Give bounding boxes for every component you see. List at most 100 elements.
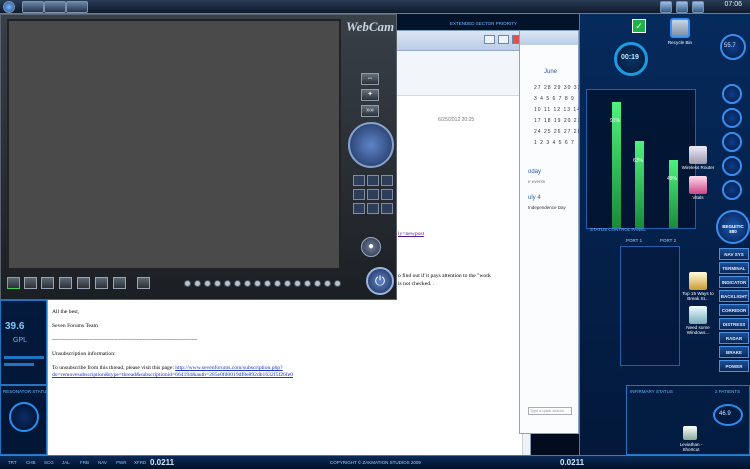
status-icon[interactable] (722, 180, 742, 200)
channel-dot[interactable] (324, 280, 331, 287)
unsubscribe-link[interactable]: do=removesubscription&type=thread&subscr… (52, 372, 293, 378)
patients-label: 2 PATIENTS (715, 389, 741, 394)
control-icon[interactable] (353, 189, 365, 200)
tray-icon[interactable] (676, 1, 688, 13)
channel-dot[interactable] (304, 280, 311, 287)
quick-search-input[interactable]: Type a quick search (528, 407, 572, 415)
terminal-button[interactable]: TERMINAL (719, 262, 749, 274)
grid-icon[interactable] (95, 277, 108, 289)
vitals-label: Vitals (692, 195, 704, 200)
calendar-month[interactable]: June (544, 69, 557, 75)
taskbar-button[interactable] (66, 1, 88, 13)
channel-dot[interactable] (334, 280, 341, 287)
recycle-bin-icon[interactable] (670, 18, 690, 38)
nav-sys-button[interactable]: NAV SYS (719, 248, 749, 260)
radar-icon (9, 402, 39, 432)
bottom-item[interactable]: SCG (44, 460, 54, 465)
channel-dot[interactable] (274, 280, 281, 287)
taskbar-button[interactable] (22, 1, 44, 13)
radar-button[interactable]: RADAR (719, 332, 749, 344)
calendar-week[interactable]: 3 4 5 6 7 8 9 (534, 96, 575, 102)
channel-dot[interactable] (234, 280, 241, 287)
bottom-item[interactable]: TRT (8, 460, 17, 465)
bottom-item[interactable]: XFRD (134, 460, 146, 465)
control-icon[interactable] (367, 203, 379, 214)
control-label: STATUS CONTROL PANEL (590, 227, 646, 232)
shortcut-icon[interactable] (683, 426, 697, 440)
status-icon[interactable] (722, 108, 742, 128)
bottom-item[interactable]: NAV (98, 460, 107, 465)
backlight-button[interactable]: BACKLIGHT (719, 290, 749, 302)
router-icon[interactable] (689, 146, 707, 164)
level-percent: 63% (633, 158, 644, 164)
channel-dot[interactable] (294, 280, 301, 287)
maximize-icon[interactable] (498, 35, 509, 44)
grid-icon[interactable] (41, 277, 54, 289)
taskbar-button[interactable] (44, 1, 66, 13)
view-icon[interactable] (7, 277, 20, 289)
status-icon[interactable] (722, 156, 742, 176)
direction-pad[interactable] (348, 122, 394, 168)
webcam-side-button[interactable]: ✦ (361, 89, 379, 101)
indicator-button[interactable]: INDICATOR (719, 276, 749, 288)
gauge-time: 00:19 (621, 54, 639, 61)
minimize-icon[interactable] (484, 35, 495, 44)
calendar-week[interactable]: 1 2 3 4 5 6 7 (534, 140, 575, 146)
grid-icon[interactable] (77, 277, 90, 289)
next-icon[interactable] (137, 277, 150, 289)
channel-dot[interactable] (214, 280, 221, 287)
grid-icon[interactable] (24, 277, 37, 289)
document-icon[interactable] (689, 306, 707, 324)
channel-dot[interactable] (204, 280, 211, 287)
resonator-panel: RESONATOR STATUS (0, 385, 50, 455)
calendar-title-bar[interactable] (520, 31, 578, 45)
check-icon[interactable]: ✓ (632, 19, 646, 33)
channel-dot[interactable] (244, 280, 251, 287)
control-icon[interactable] (381, 203, 393, 214)
control-icon[interactable] (353, 203, 365, 214)
status-icon[interactable] (722, 84, 742, 104)
channel-dot[interactable] (194, 280, 201, 287)
control-icon[interactable] (367, 189, 379, 200)
resonator-label: RESONATOR STATUS (3, 389, 50, 394)
lock-icon[interactable]: ● (361, 237, 381, 257)
tray-icon[interactable] (692, 1, 704, 13)
distress-button[interactable]: DISTRESS (719, 318, 749, 330)
control-icon[interactable] (353, 175, 365, 186)
bottom-item[interactable]: FRB (80, 460, 89, 465)
channel-dot[interactable] (314, 280, 321, 287)
power-icon[interactable]: ⏻ (366, 267, 394, 295)
unsubscribe-link[interactable]: http://www.sevenforums.com/subscription.… (175, 365, 282, 371)
document-label: Need some Windows... (686, 325, 710, 335)
bottom-item[interactable]: JAL (62, 460, 70, 465)
grid-icon[interactable] (113, 277, 126, 289)
webcam-side-button[interactable]: ⇔ (361, 73, 379, 85)
document-icon[interactable] (689, 272, 707, 290)
status-button[interactable]: BEGUITIC 880 (716, 210, 750, 244)
corridor-button[interactable]: CORRIDOR (719, 304, 749, 316)
hud-value: 39.6 (5, 321, 25, 332)
channel-dot[interactable] (284, 280, 291, 287)
vitals-icon[interactable] (689, 176, 707, 194)
clock[interactable]: 07:06 (724, 1, 742, 8)
channel-dot[interactable] (224, 280, 231, 287)
tray-icon[interactable] (660, 1, 672, 13)
thread-link[interactable]: ly=newpost (398, 231, 424, 237)
control-icon[interactable] (367, 175, 379, 186)
control-icon[interactable] (381, 175, 393, 186)
today-label: oday (528, 169, 542, 175)
channel-dot[interactable] (264, 280, 271, 287)
ports-panel (620, 246, 680, 366)
webcam-side-button[interactable]: »» (361, 105, 379, 117)
status-icon[interactable] (722, 132, 742, 152)
grid-icon[interactable] (59, 277, 72, 289)
control-icon[interactable] (381, 189, 393, 200)
bottom-item[interactable]: PWR (116, 460, 127, 465)
channel-dot[interactable] (254, 280, 261, 287)
bottom-item[interactable]: CHB (26, 460, 36, 465)
patient-value: 46.9 (719, 411, 731, 417)
power-button[interactable]: POWER (719, 360, 749, 372)
channel-dot[interactable] (184, 280, 191, 287)
brake-button[interactable]: BRAKE (719, 346, 749, 358)
start-orb-icon[interactable] (3, 1, 15, 13)
